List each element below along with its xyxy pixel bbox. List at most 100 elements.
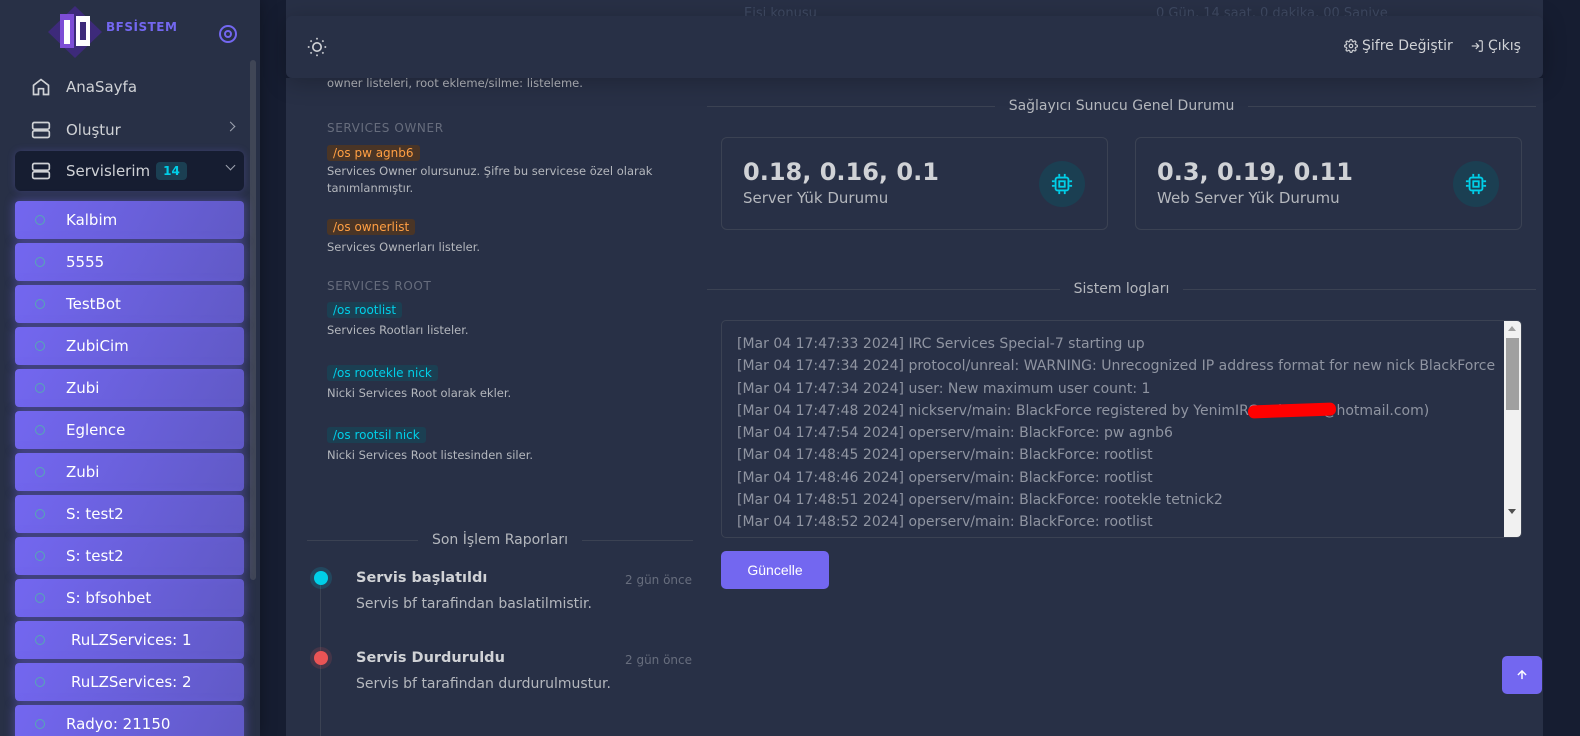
command-description: Nicki Services Root olarak ekler. [327,386,512,400]
timeline-dot [314,651,328,665]
sidebar-subitem[interactable]: S: bfsohbet [15,579,244,617]
log-line: [Mar 04 17:48:45 2024] operserv/main: Bl… [737,447,1153,464]
sidebar-item-home[interactable]: AnaSayfa [15,67,244,107]
sidebar-subitem-label: RuLZServices: 1 [71,631,192,649]
system-log-textarea[interactable]: [Mar 04 17:47:33 2024] IRC Services Spec… [721,320,1522,538]
circle-icon [35,257,45,267]
brand-logo[interactable]: BFSİSTEM [48,6,177,58]
sidebar-subitem-label: Kalbim [66,211,118,229]
chevron-down-icon [225,160,236,171]
sidebar-subitem[interactable]: RuLZServices: 2 [15,663,244,701]
sidebar-item-label: Oluştur [66,121,121,139]
command-badge: /os ownerlist [327,219,416,235]
stat-value: 0.18, 0.16, 0.1 [743,158,939,186]
status-divider: Sağlayıcı Sunucu Genel Durumu [707,97,1537,115]
cpu-icon [1039,161,1085,207]
main-content: owner listeleri, root ekleme/silme: list… [286,76,1543,736]
stat-value: 0.3, 0.19, 0.11 [1157,158,1353,186]
status-title: Sağlayıcı Sunucu Genel Durumu [1008,98,1235,114]
scroll-to-top-button[interactable] [1502,656,1542,694]
scroll-thumb[interactable] [1506,338,1519,410]
section-title-owner: SERVICES OWNER [327,121,444,135]
logout-label: Çıkış [1488,38,1521,54]
cpu-icon [1453,161,1499,207]
sidebar-item-label: AnaSayfa [66,78,138,96]
log-line: [Mar 04 17:47:34 2024] protocol/unreal: … [737,358,1496,375]
sidebar-subitem[interactable]: ZubiCim [15,327,244,365]
log-lines: [Mar 04 17:47:33 2024] IRC Services Spec… [737,333,1495,534]
update-button[interactable]: Güncelle [721,551,829,589]
sidebar-toggle-icon[interactable] [219,25,237,43]
sidebar-item-create[interactable]: Oluştur [15,110,244,150]
sidebar-subitem[interactable]: Radyo: 21150 [15,705,244,736]
sidebar-subitem[interactable]: S: test2 [15,495,244,533]
log-line: [Mar 04 17:48:52 2024] operserv/main: Bl… [737,514,1153,531]
scroll-down-icon[interactable] [1508,509,1516,514]
sidebar: BFSİSTEM AnaSayfa Oluştur Servislerim 14 [0,0,260,736]
sidebar-subitem[interactable]: RuLZServices: 1 [15,621,244,659]
change-password-label: Şifre Değiştir [1362,38,1453,54]
services-count-badge: 14 [156,162,187,180]
sidebar-subitem-label: S: test2 [66,547,124,565]
sidebar-subitem-label: Zubi [66,379,100,397]
change-password-link[interactable]: Şifre Değiştir [1344,38,1453,54]
reports-divider: Son İşlem Raporları [307,531,693,549]
command-badge: /os pw agnb6 [327,145,420,161]
sidebar-subitem[interactable]: S: test2 [15,537,244,575]
sun-icon[interactable] [307,37,327,57]
sidebar-subitem-label: S: bfsohbet [66,589,152,607]
sidebar-subitem-label: Radyo: 21150 [66,715,171,733]
sidebar-subitem-label: Eglence [66,421,126,439]
report-title: Servis başlatıldı [356,570,488,586]
server-load-card: 0.18, 0.16, 0.1 Server Yük Durumu [721,137,1108,230]
reports-title: Son İşlem Raporları [431,532,569,548]
sidebar-subitem[interactable]: Kalbim [15,201,244,239]
logout-link[interactable]: Çıkış [1470,38,1521,54]
report-time: 2 gün önce [625,653,693,667]
server-icon [31,161,51,181]
report-time: 2 gün önce [625,573,693,587]
circle-icon [35,467,45,477]
log-scrollbar[interactable] [1504,321,1521,537]
log-line: [Mar 04 17:47:48 2024] nickserv/main: Bl… [737,402,1430,419]
sidebar-subitem-label: RuLZServices: 2 [71,673,192,691]
circle-icon [35,551,45,561]
sidebar-subitem-label: Zubi [66,463,100,481]
chevron-right-icon [225,121,236,132]
web-server-load-card: 0.3, 0.19, 0.11 Web Server Yük Durumu [1135,137,1522,230]
log-line: [Mar 04 17:48:51 2024] operserv/main: Bl… [737,492,1223,509]
logs-title: Sistem logları [1073,281,1170,297]
command-description: Services Owner olursunuz. Şifre bu servi… [327,164,653,195]
stat-label: Server Yük Durumu [743,189,889,207]
circle-icon [35,215,45,225]
gear-icon [1344,39,1358,53]
circle-icon [35,425,45,435]
top-navbar: Şifre Değiştir Çıkış [286,16,1543,78]
sidebar-subitem[interactable]: 5555 [15,243,244,281]
server-icon [31,120,51,140]
brand-name: BFSİSTEM [106,20,178,34]
sidebar-subitem[interactable]: TestBot [15,285,244,323]
circle-icon [35,719,45,729]
sidebar-subitem-label: ZubiCim [66,337,129,355]
sidebar-item-label: Servislerim [66,162,151,180]
sidebar-subitem[interactable]: Zubi [15,369,244,407]
sidebar-item-services[interactable]: Servislerim 14 [15,151,244,191]
sidebar-subitem[interactable]: Eglence [15,411,244,449]
app-root: BFSİSTEM AnaSayfa Oluştur Servislerim 14 [0,0,1580,736]
stat-label: Web Server Yük Durumu [1157,189,1340,207]
sidebar-scrollbar[interactable] [250,60,256,580]
circle-icon [35,383,45,393]
log-line: [Mar 04 17:47:33 2024] IRC Services Spec… [737,336,1145,352]
circle-icon [35,593,45,603]
arrow-up-icon [1517,669,1527,680]
command-badge: /os rootlist [327,302,403,318]
circle-icon [35,299,45,309]
scroll-up-icon[interactable] [1508,326,1516,331]
sidebar-subitem[interactable]: Zubi [15,453,244,491]
circle-icon [35,509,45,519]
report-description: Servis bf tarafindan baslatilmistir. [356,596,592,612]
timeline-dot [314,571,328,585]
command-badge: /os rootekle nick [327,365,438,381]
section-title-root: SERVICES ROOT [327,279,432,293]
